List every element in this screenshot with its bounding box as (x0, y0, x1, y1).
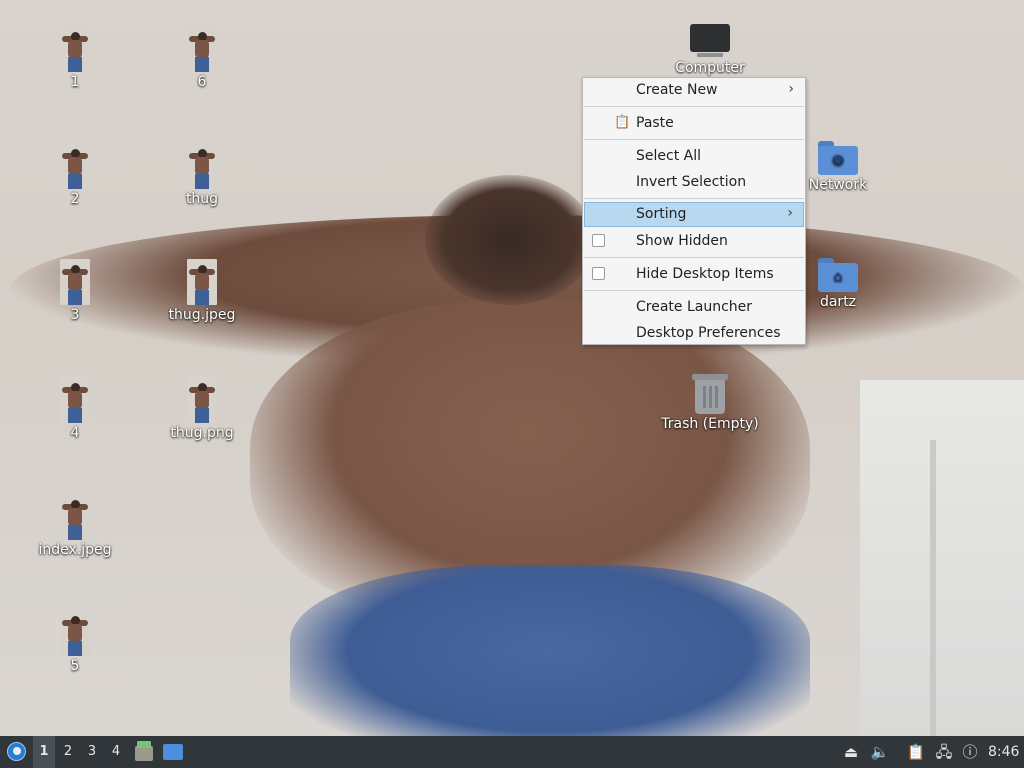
menu-item-select-all[interactable]: Select All (584, 144, 804, 169)
menu-item-create-launcher[interactable]: Create Launcher (584, 295, 804, 320)
menu-item-label: Hide Desktop Items (636, 266, 774, 282)
desktop-file-icon[interactable]: 6 (152, 26, 252, 91)
image-thumbnail-icon (187, 259, 217, 305)
menu-item-label: Show Hidden (636, 233, 728, 249)
desktop-file-icon[interactable]: index.jpeg (25, 494, 125, 559)
workspace-2-button[interactable]: 2 (57, 736, 79, 768)
menu-item-label: Desktop Preferences (636, 325, 781, 341)
image-thumbnail-icon (60, 610, 90, 656)
workspace-3-button[interactable]: 3 (81, 736, 103, 768)
desktop-file-icon[interactable]: 1 (25, 26, 125, 91)
desktop-file-label: 6 (197, 74, 207, 90)
network-icon[interactable]: 🖧 (934, 742, 954, 762)
trash-icon (692, 374, 728, 414)
start-menu-button[interactable] (4, 736, 28, 768)
computer-desktop-icon[interactable]: Computer (660, 24, 760, 77)
checkbox[interactable] (592, 267, 605, 280)
desktop-file-icon[interactable]: 2 (25, 143, 125, 208)
desktop-file-label: 5 (70, 658, 80, 674)
network-folder-icon: ◉ (818, 141, 858, 175)
desktop-file-label: index.jpeg (38, 542, 112, 558)
wallpaper-door (930, 440, 936, 736)
menu-item-label: Sorting (636, 206, 687, 222)
desktop-wallpaper (0, 0, 1024, 736)
wallpaper-wall (860, 380, 1024, 736)
image-thumbnail-icon (60, 259, 90, 305)
start-menu-icon (7, 742, 26, 761)
file-manager-launcher-icon[interactable] (135, 741, 153, 761)
menu-separator (584, 290, 804, 291)
workspace-4-button[interactable]: 4 (105, 736, 127, 768)
paste-icon: 📋 (614, 115, 631, 130)
desktop-file-icon[interactable]: thug.png (152, 377, 252, 442)
image-thumbnail-icon (60, 377, 90, 423)
volume-icon[interactable]: 🔈 (870, 742, 890, 762)
desktop-file-icon[interactable]: thug.jpeg (152, 259, 252, 324)
image-thumbnail-icon (60, 26, 90, 72)
desktop-file-label: 1 (70, 74, 80, 90)
computer-label: Computer (675, 60, 745, 76)
menu-item-create-new[interactable]: Create New › (584, 78, 804, 103)
trash-label: Trash (Empty) (661, 416, 759, 432)
desktop-file-icon[interactable]: 5 (25, 610, 125, 675)
menu-item-show-hidden[interactable]: Show Hidden (584, 229, 804, 254)
desktop-file-icon[interactable]: 4 (25, 377, 125, 442)
chevron-right-icon: › (787, 205, 793, 221)
menu-item-label: Invert Selection (636, 174, 747, 190)
desktop-context-menu: Create New › 📋 Paste Select All Invert S… (582, 77, 806, 345)
wallpaper-jeans (290, 565, 810, 736)
menu-item-desktop-preferences[interactable]: Desktop Preferences (584, 321, 804, 346)
home-folder-icon: ⌂ (818, 258, 858, 292)
menu-item-label: Create Launcher (636, 299, 753, 315)
menu-item-paste[interactable]: 📋 Paste (584, 111, 804, 136)
clipboard-icon[interactable]: 📋 (906, 742, 926, 762)
desktop-file-label: thug.png (170, 425, 234, 441)
image-thumbnail-icon (60, 143, 90, 189)
menu-item-label: Create New (636, 82, 718, 98)
checkbox[interactable] (592, 234, 605, 247)
chevron-right-icon: › (788, 81, 794, 97)
menu-item-invert-selection[interactable]: Invert Selection (584, 170, 804, 195)
show-desktop-icon[interactable] (163, 744, 183, 760)
menu-item-label: Paste (636, 115, 674, 131)
menu-separator (584, 106, 804, 107)
image-thumbnail-icon (187, 26, 217, 72)
computer-icon (689, 24, 731, 58)
desktop-file-label: thug (185, 191, 219, 207)
desktop-file-label: 3 (70, 307, 80, 323)
desktop-file-label: 4 (70, 425, 80, 441)
clock[interactable]: 8:46 (988, 736, 1022, 768)
menu-separator (584, 139, 804, 140)
desktop-file-label: thug.jpeg (168, 307, 236, 323)
menu-item-label: Select All (636, 148, 701, 164)
desktop-file-icon[interactable]: thug (152, 143, 252, 208)
notification-icon[interactable]: ⓘ (960, 742, 980, 762)
menu-separator (584, 198, 804, 199)
image-thumbnail-icon (187, 377, 217, 423)
image-thumbnail-icon (187, 143, 217, 189)
trash-desktop-icon[interactable]: Trash (Empty) (660, 374, 760, 433)
desktop-file-icon[interactable]: 3 (25, 259, 125, 324)
menu-item-sorting[interactable]: Sorting › (584, 202, 804, 227)
menu-item-hide-desktop-items[interactable]: Hide Desktop Items (584, 262, 804, 287)
workspace-1-button[interactable]: 1 (33, 736, 55, 768)
wallpaper-head (425, 175, 595, 305)
eject-icon[interactable]: ⏏ (843, 742, 859, 762)
desktop-file-label: 2 (70, 191, 80, 207)
menu-separator (584, 257, 804, 258)
image-thumbnail-icon (60, 494, 90, 540)
